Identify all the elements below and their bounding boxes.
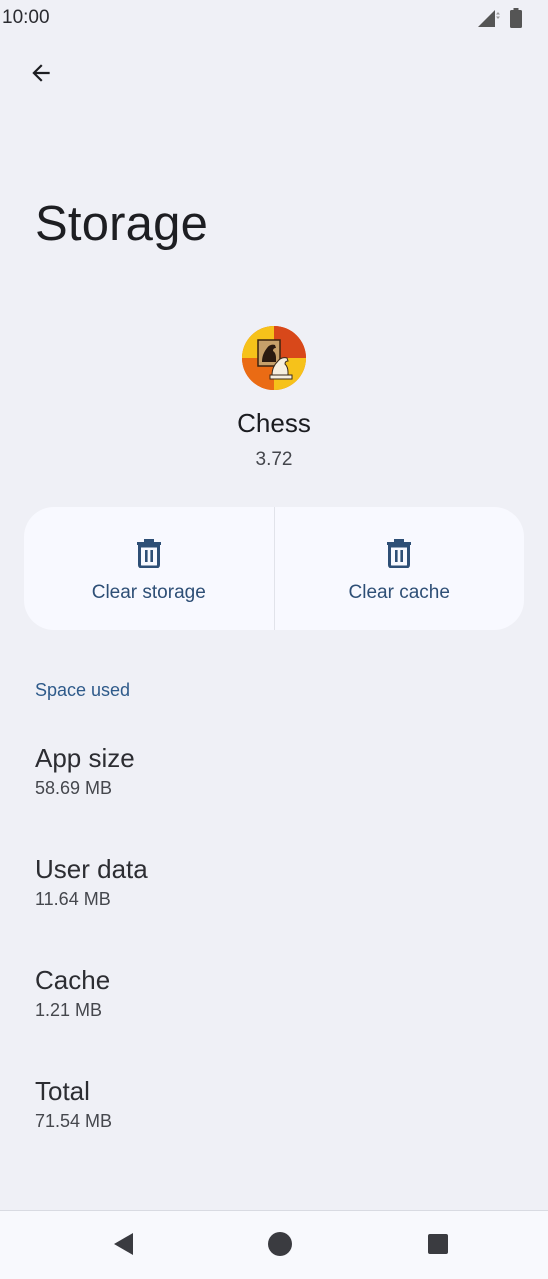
section-header-space-used: Space used [35, 680, 131, 700]
back-button[interactable] [22, 56, 60, 94]
app-name: Chess [237, 408, 311, 438]
signal-icon [476, 8, 502, 33]
stat-cache: Cache 1.21 MB [35, 965, 110, 1021]
nav-recents-icon [426, 1232, 450, 1261]
trash-icon [386, 538, 412, 569]
status-time: 10:00 [2, 7, 50, 28]
clear-storage-label: Clear storage [91, 582, 206, 603]
nav-home-icon [267, 1231, 293, 1262]
stat-value: 11.64 MB [35, 889, 111, 909]
trash-icon [136, 538, 162, 569]
stat-value: 71.54 MB [35, 1111, 113, 1131]
actions-card: Clear storage Clear cache [24, 507, 524, 630]
nav-home-button[interactable] [267, 1231, 293, 1262]
nav-back-button[interactable] [110, 1232, 136, 1261]
navigation-bar [0, 1210, 548, 1279]
arrow-back-icon [28, 60, 54, 91]
status-icons [476, 8, 522, 33]
stat-title: Total [35, 1076, 90, 1106]
clear-cache-button[interactable]: Clear cache [275, 507, 525, 630]
clear-storage-button[interactable]: Clear storage [24, 507, 274, 630]
battery-icon [510, 8, 522, 33]
nav-recents-button[interactable] [425, 1233, 451, 1259]
clear-cache-label: Clear cache [348, 582, 450, 603]
stat-app-size: App size 58.69 MB [35, 743, 135, 799]
app-version: 3.72 [255, 449, 293, 470]
stat-value: 1.21 MB [35, 1000, 103, 1020]
chess-app-icon [242, 326, 306, 390]
stat-title: App size [35, 743, 135, 773]
stat-title: Cache [35, 965, 111, 995]
nav-back-icon [111, 1232, 135, 1261]
status-bar: 10:00 [0, 0, 548, 36]
stat-title: User data [35, 854, 148, 884]
stat-value: 58.69 MB [35, 778, 113, 798]
page-title: Storage [35, 197, 209, 251]
stat-total: Total 71.54 MB [35, 1076, 112, 1132]
stat-user-data: User data 11.64 MB [35, 854, 148, 910]
